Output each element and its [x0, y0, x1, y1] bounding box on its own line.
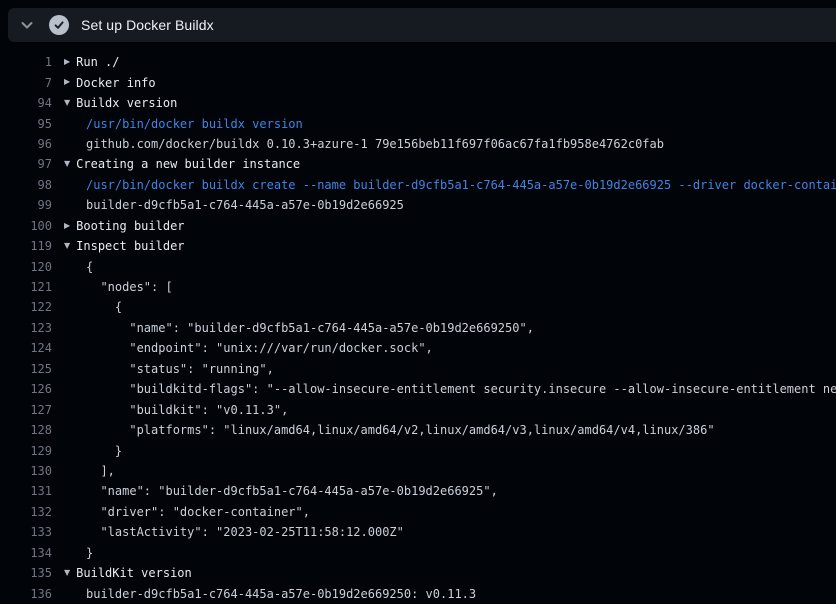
line-number[interactable]: 7 — [0, 76, 52, 90]
log-line: 126 "buildkitd-flags": "--allow-insecure… — [0, 379, 836, 399]
line-number[interactable]: 94 — [0, 96, 52, 110]
line-number[interactable]: 120 — [0, 260, 52, 274]
line-number[interactable]: 127 — [0, 403, 52, 417]
log-group-row[interactable]: 97 ▼ Creating a new builder instance — [0, 154, 836, 174]
log-line: 133 "lastActivity": "2023-02-25T11:58:12… — [0, 522, 836, 542]
output-text: "lastActivity": "2023-02-25T11:58:12.000… — [86, 525, 404, 539]
output-text: "buildkit": "v0.11.3", — [86, 403, 288, 417]
line-number[interactable]: 136 — [0, 587, 52, 601]
triangle-down-icon: ▼ — [64, 236, 70, 256]
log-line: 128 "platforms": "linux/amd64,linux/amd6… — [0, 420, 836, 440]
line-number[interactable]: 126 — [0, 382, 52, 396]
group-title: BuildKit version — [76, 566, 192, 580]
log-group-row[interactable]: 94 ▼ Buildx version — [0, 93, 836, 113]
output-text: builder-d9cfb5a1-c764-445a-a57e-0b19d2e6… — [86, 587, 476, 601]
line-number[interactable]: 98 — [0, 178, 52, 192]
output-text: "endpoint": "unix:///var/run/docker.sock… — [86, 341, 433, 355]
step-header[interactable]: Set up Docker Buildx — [8, 8, 836, 42]
line-number[interactable]: 1 — [0, 55, 52, 69]
line-number[interactable]: 96 — [0, 137, 52, 151]
log-line: 134} — [0, 543, 836, 563]
triangle-down-icon: ▼ — [64, 154, 70, 174]
line-number[interactable]: 99 — [0, 198, 52, 212]
output-text: builder-d9cfb5a1-c764-445a-a57e-0b19d2e6… — [86, 198, 404, 212]
output-text: } — [86, 546, 93, 560]
log-group-row[interactable]: 100 ▶ Booting builder — [0, 216, 836, 236]
line-number[interactable]: 124 — [0, 341, 52, 355]
output-text: "status": "running", — [86, 362, 274, 376]
line-number[interactable]: 119 — [0, 239, 52, 253]
line-number[interactable]: 95 — [0, 117, 52, 131]
log-line: 95/usr/bin/docker buildx version — [0, 113, 836, 133]
log-line: 125 "status": "running", — [0, 359, 836, 379]
triangle-down-icon: ▼ — [64, 563, 70, 583]
log-line: 120 { — [0, 256, 836, 276]
output-text: { — [86, 260, 93, 274]
log-line: 98/usr/bin/docker buildx create --name b… — [0, 175, 836, 195]
triangle-right-icon: ▶ — [64, 72, 70, 92]
group-title: Run ./ — [76, 55, 119, 69]
triangle-right-icon: ▶ — [64, 216, 70, 236]
log-line: 129 } — [0, 440, 836, 460]
line-number[interactable]: 131 — [0, 484, 52, 498]
output-text: github.com/docker/buildx 0.10.3+azure-1 … — [86, 137, 664, 151]
check-circle-icon — [49, 15, 69, 35]
line-number[interactable]: 100 — [0, 219, 52, 233]
output-text: ], — [86, 464, 115, 478]
log-group-row[interactable]: 1 ▶ Run ./ — [0, 52, 836, 72]
output-text: "buildkitd-flags": "--allow-insecure-ent… — [86, 382, 836, 396]
output-text: "nodes": [ — [86, 280, 173, 294]
output-text: "name": "builder-d9cfb5a1-c764-445a-a57e… — [86, 321, 534, 335]
log-line: 124 "endpoint": "unix:///var/run/docker.… — [0, 338, 836, 358]
log-line: 136 builder-d9cfb5a1-c764-445a-a57e-0b19d… — [0, 583, 836, 603]
chevron-down-icon[interactable] — [19, 17, 35, 33]
output-text: } — [86, 444, 122, 458]
group-title: Inspect builder — [76, 239, 184, 253]
output-text: { — [86, 300, 122, 314]
group-title: Buildx version — [76, 96, 177, 110]
log-line: 130 ], — [0, 461, 836, 481]
line-number[interactable]: 128 — [0, 423, 52, 437]
command-text: /usr/bin/docker buildx create --name bui… — [86, 178, 836, 192]
line-number[interactable]: 132 — [0, 505, 52, 519]
group-title: Docker info — [76, 76, 155, 90]
log-line: 122 { — [0, 297, 836, 317]
output-text: "name": "builder-d9cfb5a1-c764-445a-a57e… — [86, 484, 498, 498]
log-line: 127 "buildkit": "v0.11.3", — [0, 399, 836, 419]
line-number[interactable]: 130 — [0, 464, 52, 478]
log-line: 123 "name": "builder-d9cfb5a1-c764-445a-… — [0, 318, 836, 338]
log-viewer: 1 ▶ Run ./ 7 ▶ Docker info 94 ▼ Buildx version 95… — [0, 52, 836, 604]
line-number[interactable]: 134 — [0, 546, 52, 560]
line-number[interactable]: 122 — [0, 300, 52, 314]
log-line: 132 "driver": "docker-container", — [0, 502, 836, 522]
log-group-row[interactable]: 119 ▼ Inspect builder — [0, 236, 836, 256]
group-title: Creating a new builder instance — [76, 157, 300, 171]
log-group-row[interactable]: 135 ▼ BuildKit version — [0, 563, 836, 583]
line-number[interactable]: 123 — [0, 321, 52, 335]
output-text: "driver": "docker-container", — [86, 505, 310, 519]
step-title: Set up Docker Buildx — [81, 17, 214, 33]
output-text: "platforms": "linux/amd64,linux/amd64/v2… — [86, 423, 715, 437]
line-number[interactable]: 133 — [0, 525, 52, 539]
log-line: 99 builder-d9cfb5a1-c764-445a-a57e-0b19d2… — [0, 195, 836, 215]
group-title: Booting builder — [76, 219, 184, 233]
log-line: 121 "nodes": [ — [0, 277, 836, 297]
line-number[interactable]: 121 — [0, 280, 52, 294]
line-number[interactable]: 135 — [0, 566, 52, 580]
log-line: 96 github.com/docker/buildx 0.10.3+azure-… — [0, 134, 836, 154]
triangle-right-icon: ▶ — [64, 52, 70, 72]
log-line: 131 "name": "builder-d9cfb5a1-c764-445a-… — [0, 481, 836, 501]
line-number[interactable]: 125 — [0, 362, 52, 376]
log-group-row[interactable]: 7 ▶ Docker info — [0, 72, 836, 92]
command-text: /usr/bin/docker buildx version — [86, 117, 303, 131]
line-number[interactable]: 97 — [0, 157, 52, 171]
line-number[interactable]: 129 — [0, 444, 52, 458]
triangle-down-icon: ▼ — [64, 93, 70, 113]
